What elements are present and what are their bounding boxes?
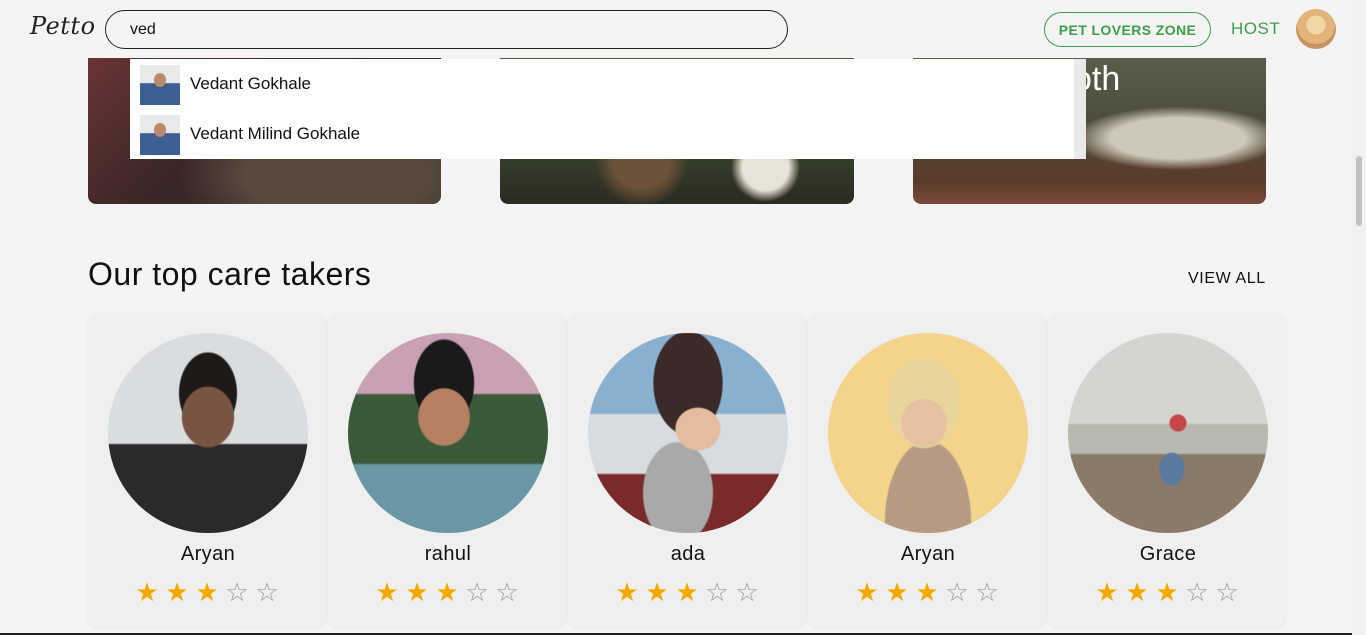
caretaker-card[interactable]: ada ★ ★ ★ ☆ ☆ [568,313,806,627]
star-empty-icon: ☆ [1215,577,1239,607]
star-filled-icon: ★ [435,577,459,607]
star-empty-icon: ☆ [735,577,759,607]
star-filled-icon: ★ [615,577,639,607]
caretaker-card[interactable]: Aryan ★ ★ ★ ☆ ☆ [808,313,1046,627]
caretaker-avatar [108,333,308,533]
star-empty-icon: ☆ [945,577,969,607]
star-empty-icon: ☆ [495,577,519,607]
search-suggestion-item[interactable]: Vedant Milind Gokhale [130,109,1086,159]
caretaker-avatar [1068,333,1268,533]
star-empty-icon: ☆ [975,577,999,607]
search-box[interactable] [105,10,788,49]
star-empty-icon: ☆ [705,577,729,607]
search-suggestion-item[interactable]: Vedant Gokhale [130,59,1086,109]
suggestion-avatar [140,65,180,105]
caretaker-name: rahul [424,543,472,565]
star-filled-icon: ★ [885,577,909,607]
star-filled-icon: ★ [645,577,669,607]
star-empty-icon: ☆ [225,577,249,607]
rating-stars: ★ ★ ★ ☆ ☆ [374,579,520,605]
scrollbar-thumb[interactable] [1356,156,1362,226]
caretaker-card[interactable]: rahul ★ ★ ★ ☆ ☆ [328,313,566,627]
suggestion-name: Vedant Milind Gokhale [190,124,361,143]
view-all-link[interactable]: VIEW ALL [1188,270,1266,288]
star-filled-icon: ★ [915,577,939,607]
host-link[interactable]: HOST [1231,19,1280,39]
rating-stars: ★ ★ ★ ☆ ☆ [134,579,280,605]
caretaker-name: Aryan [180,543,236,565]
rating-stars: ★ ★ ★ ☆ ☆ [854,579,1000,605]
suggestion-name: Vedant Gokhale [190,74,311,93]
search-suggestions: Vedant Gokhale Vedant Milind Gokhale [130,59,1086,159]
rating-stars: ★ ★ ★ ☆ ☆ [614,579,760,605]
star-filled-icon: ★ [375,577,399,607]
star-empty-icon: ☆ [1185,577,1209,607]
search-input[interactable] [130,20,730,39]
star-filled-icon: ★ [165,577,189,607]
caretaker-name: Grace [1139,543,1197,565]
star-filled-icon: ★ [855,577,879,607]
pet-lovers-zone-button[interactable]: PET LOVERS ZONE [1044,12,1211,47]
site-logo[interactable]: Petto [30,12,96,40]
star-filled-icon: ★ [1095,577,1119,607]
star-filled-icon: ★ [1125,577,1149,607]
star-filled-icon: ★ [675,577,699,607]
user-avatar[interactable] [1296,9,1336,49]
top-navbar: Petto PET LOVERS ZONE HOST [0,0,1352,58]
star-empty-icon: ☆ [465,577,489,607]
caretaker-avatar [588,333,788,533]
caretaker-name: ada [670,543,706,565]
caretaker-avatar [348,333,548,533]
star-filled-icon: ★ [135,577,159,607]
star-filled-icon: ★ [1155,577,1179,607]
caretaker-avatar [828,333,1028,533]
section-title: Our top care takers [88,256,372,292]
caretaker-card[interactable]: Aryan ★ ★ ★ ☆ ☆ [88,313,326,627]
caretaker-card[interactable]: Grace ★ ★ ★ ☆ ☆ [1048,313,1286,627]
star-filled-icon: ★ [195,577,219,607]
caretaker-name: Aryan [900,543,956,565]
star-empty-icon: ☆ [255,577,279,607]
page-scrollbar[interactable] [1352,0,1366,635]
suggestion-avatar [140,115,180,155]
star-filled-icon: ★ [405,577,429,607]
rating-stars: ★ ★ ★ ☆ ☆ [1094,579,1240,605]
